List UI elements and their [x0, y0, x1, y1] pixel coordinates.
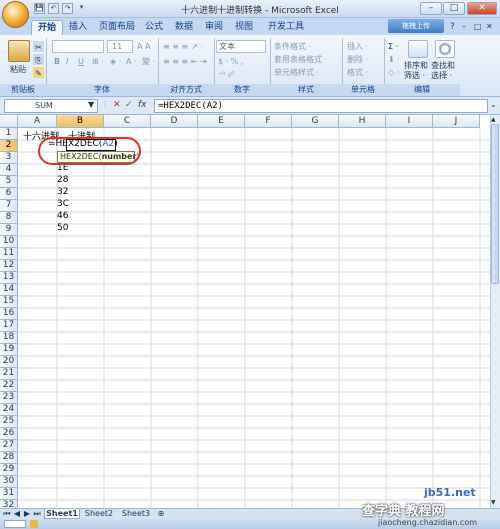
orientation-icon[interactable]: ↗ ·	[191, 41, 203, 52]
tab-data[interactable]: 数据	[172, 20, 196, 35]
close-button[interactable]: ✕	[467, 2, 497, 15]
ribbon-min-icon[interactable]: –	[462, 22, 466, 31]
conditional-format-button[interactable]: 条件格式 ·	[274, 41, 311, 52]
currency-icon[interactable]: $ · % ,	[218, 56, 243, 67]
vertical-scroll-thumb[interactable]	[491, 124, 499, 284]
sheet-next-icon[interactable]: ▶	[22, 509, 32, 519]
ribbon-close-icon[interactable]: ✕	[486, 22, 493, 31]
tab-review[interactable]: 审阅	[202, 20, 226, 35]
group-cells: 单元格	[342, 84, 384, 96]
insert-function-icon[interactable]: fx	[138, 100, 147, 110]
group-font: 字体	[46, 84, 158, 96]
enter-entry-icon[interactable]: ✓	[125, 100, 133, 110]
insert-sheet-icon[interactable]: ⊕	[155, 509, 167, 519]
border-icon[interactable]: ⊞ ·	[92, 56, 104, 67]
sort-filter-label[interactable]: 排序和 筛选 ·	[404, 61, 428, 81]
autosum-icon[interactable]: Σ ·	[388, 41, 398, 52]
indent-icon[interactable]: ⇤ ⇥	[191, 56, 207, 67]
cell-styles-button[interactable]: 单元格样式 ·	[274, 67, 319, 78]
align-top-icon[interactable]: ≡ ≡ ≡	[163, 41, 188, 52]
window-title: 十六进制十进制转换 - Microsoft Excel	[181, 6, 339, 16]
watermark-brand: 查字典 教程网	[362, 504, 445, 519]
formula-input[interactable]: =HEX2DEC(A2)	[154, 99, 488, 113]
number-format-box[interactable]: 文本	[216, 40, 266, 53]
grid-lines	[18, 128, 490, 508]
cell-a6[interactable]: 32	[57, 187, 68, 197]
help-icon[interactable]: ?	[450, 22, 455, 32]
sort-filter-icon[interactable]	[408, 40, 428, 58]
copy-icon[interactable]: ⎘	[33, 54, 44, 65]
tab-insert[interactable]: 插入	[66, 20, 90, 35]
sheet-tab-2[interactable]: Sheet2	[81, 509, 117, 519]
font-grow-icon[interactable]: A A	[137, 41, 151, 52]
qat-more-icon[interactable]: ▾	[76, 3, 87, 14]
format-as-table-button[interactable]: 套用表格格式 ·	[274, 54, 327, 65]
clear-icon[interactable]: ◇ ·	[388, 67, 399, 78]
paste-label[interactable]: 粘贴	[10, 64, 26, 75]
upload-button[interactable]: 拖拽上传	[388, 19, 444, 33]
find-select-label[interactable]: 查找和 选择 ·	[431, 61, 455, 81]
insert-cells-button[interactable]: 插入 ·	[347, 41, 368, 52]
group-alignment: 对齐方式	[158, 84, 214, 96]
maximize-button[interactable]: □	[443, 2, 465, 15]
phonetic-icon[interactable]: 變 ·	[142, 56, 155, 67]
fill-icon[interactable]: ⬇ ·	[388, 54, 400, 65]
underline-icon[interactable]: U	[78, 56, 84, 67]
decimal-icon[interactable]: ⁺⁰ ₀⁰	[218, 69, 234, 80]
delete-cells-button[interactable]: 删除 ·	[347, 54, 368, 65]
macro-record-icon[interactable]	[30, 520, 38, 528]
tab-home[interactable]: 开始	[31, 20, 63, 35]
name-box[interactable]: SUM	[4, 99, 98, 113]
align-left-icon[interactable]: ≡ ≡ ≡	[163, 56, 188, 67]
tab-view[interactable]: 视图	[232, 20, 256, 35]
grip-icon: ⁝	[104, 100, 107, 109]
tab-page-layout[interactable]: 页面布局	[96, 20, 138, 35]
group-number: 数字	[214, 84, 270, 96]
undo-icon[interactable]: ↶	[48, 3, 59, 14]
watermark-site: jb51.net	[424, 486, 476, 499]
format-painter-icon[interactable]: ✎	[33, 67, 44, 78]
bold-icon[interactable]: B	[54, 56, 60, 67]
ribbon-restore-icon[interactable]: □	[474, 22, 482, 31]
cell-a8[interactable]: 46	[57, 211, 68, 221]
group-styles: 样式	[270, 84, 342, 96]
cancel-entry-icon[interactable]: ✕	[113, 100, 121, 110]
expand-formula-icon[interactable]: ⌄	[490, 100, 497, 109]
format-cells-button[interactable]: 格式 ·	[347, 67, 368, 78]
tab-developer[interactable]: 开发工具	[264, 20, 308, 35]
cell-a5[interactable]: 28	[57, 175, 68, 185]
italic-icon[interactable]: I	[66, 56, 68, 67]
sheet-tab-3[interactable]: Sheet3	[118, 509, 154, 519]
status-mode	[4, 520, 26, 528]
minimize-button[interactable]: –	[420, 2, 442, 15]
cell-a9[interactable]: 50	[57, 223, 68, 233]
find-icon[interactable]	[435, 40, 455, 58]
group-editing: 编辑	[384, 84, 460, 96]
cell-a7[interactable]: 3C	[57, 199, 69, 209]
font-color-icon[interactable]: A ·	[126, 56, 137, 67]
font-size-box[interactable]: 11	[107, 40, 133, 53]
redo-icon[interactable]: ↷	[62, 3, 73, 14]
group-clipboard: 剪贴板	[0, 84, 46, 96]
sheet-tab-1[interactable]: Sheet1	[44, 509, 80, 519]
name-box-dropdown-icon[interactable]: ▼	[88, 100, 94, 109]
scroll-down-icon[interactable]: ▼	[491, 499, 496, 506]
office-button[interactable]	[2, 1, 29, 28]
watermark-url: jiaocheng.chazidian.com	[378, 518, 478, 527]
sheet-prev-icon[interactable]: ◀	[12, 509, 22, 519]
sheet-first-icon[interactable]: ⏮	[2, 509, 12, 519]
highlight-circle	[38, 137, 141, 165]
font-name-box[interactable]	[52, 40, 104, 53]
tab-formulas[interactable]: 公式	[142, 20, 166, 35]
paste-icon[interactable]	[8, 40, 30, 62]
save-icon[interactable]: 💾	[34, 3, 45, 14]
fill-color-icon[interactable]: ◈ ·	[110, 56, 121, 67]
sheet-last-icon[interactable]: ⏭	[32, 509, 42, 519]
scroll-up-icon[interactable]: ▲	[491, 116, 496, 123]
cut-icon[interactable]: ✂	[33, 41, 44, 52]
